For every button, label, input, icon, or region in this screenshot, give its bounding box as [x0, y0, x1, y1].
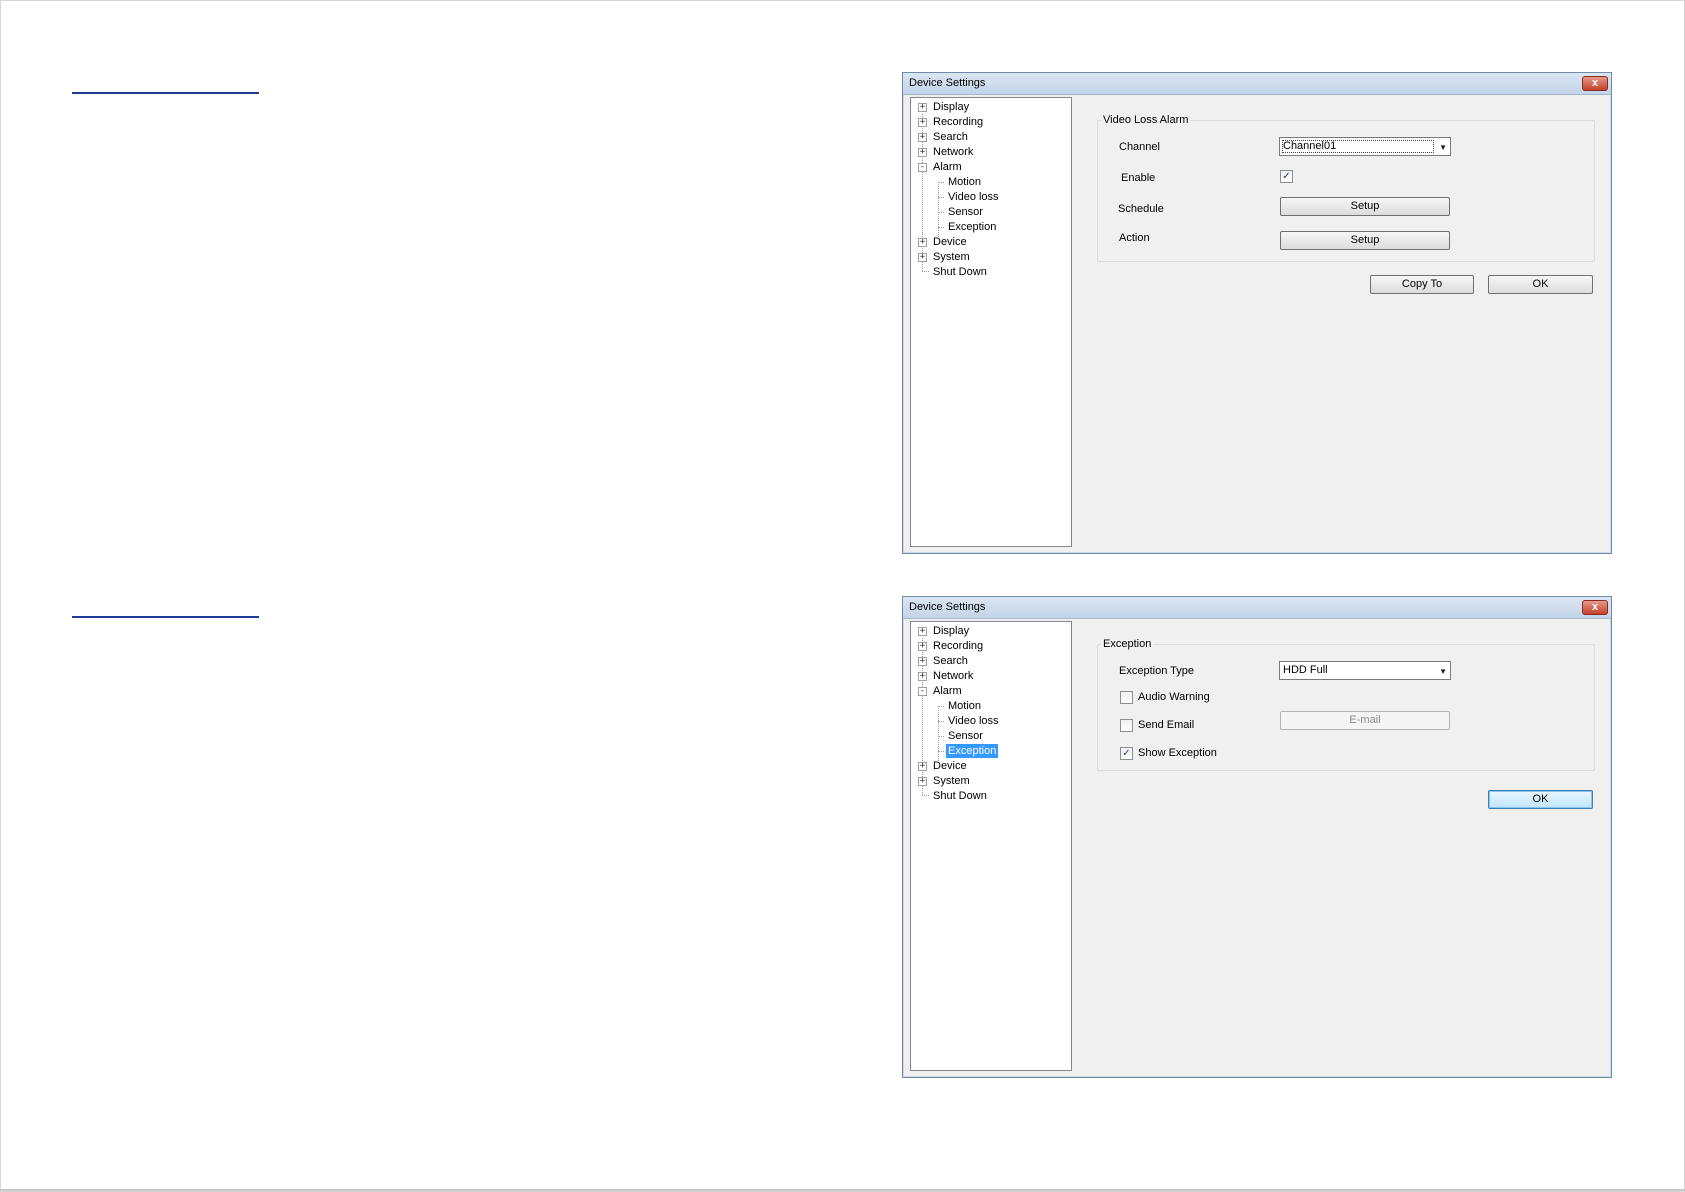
tree-connector — [922, 271, 929, 272]
chevron-down-icon: ▼ — [1439, 667, 1447, 676]
show-exception-label: Show Exception — [1138, 747, 1217, 759]
tree-connector — [938, 736, 944, 737]
close-button[interactable]: x — [1582, 600, 1608, 615]
chevron-down-icon: ▼ — [1439, 143, 1447, 152]
send-email-checkbox[interactable] — [1120, 719, 1133, 732]
close-button[interactable]: x — [1582, 76, 1608, 91]
tree-connector — [938, 182, 944, 183]
schedule-label: Schedule — [1118, 203, 1164, 215]
close-icon: x — [1591, 77, 1599, 89]
expand-icon[interactable]: + — [918, 657, 927, 666]
action-label: Action — [1119, 232, 1150, 244]
expand-icon[interactable]: + — [918, 103, 927, 112]
audio-warning-checkbox[interactable] — [1120, 691, 1133, 704]
close-icon: x — [1591, 601, 1599, 613]
device-settings-dialog-video-loss: Device Settings x + Display + Recording + S… — [902, 72, 1612, 554]
enable-label: Enable — [1121, 172, 1156, 184]
enable-checkbox[interactable]: ✓ — [1280, 170, 1293, 183]
focus-outline — [1282, 140, 1434, 153]
tree-connector — [938, 184, 939, 237]
channel-select[interactable]: Channel01 ▼ — [1279, 137, 1451, 156]
schedule-setup-button[interactable]: Setup — [1280, 197, 1450, 216]
tree-connector — [938, 197, 944, 198]
group-title: Exception — [1101, 638, 1154, 650]
page-bottom-rule — [0, 1189, 1685, 1191]
expand-icon[interactable]: + — [918, 118, 927, 127]
tree-connector — [938, 706, 944, 707]
expand-icon[interactable]: + — [918, 642, 927, 651]
ok-button[interactable]: OK — [1488, 790, 1593, 809]
window-title: Device Settings — [909, 77, 986, 89]
exception-type-label: Exception Type — [1119, 665, 1195, 677]
send-email-label: Send Email — [1138, 719, 1195, 731]
expand-icon[interactable]: + — [918, 238, 927, 247]
expand-icon[interactable]: + — [918, 762, 927, 771]
tree-connector — [938, 708, 939, 761]
check-icon: ✓ — [1122, 748, 1131, 759]
copy-to-button[interactable]: Copy To — [1370, 275, 1474, 294]
tree-connector — [938, 212, 944, 213]
expand-icon[interactable]: + — [918, 253, 927, 262]
tree-connector — [938, 227, 944, 228]
device-settings-dialog-exception: Device Settings x + Display + Recording + S… — [902, 596, 1612, 1078]
audio-warning-label: Audio Warning — [1138, 691, 1210, 703]
exception-type-select[interactable]: HDD Full ▼ — [1279, 661, 1451, 680]
tree-connector — [922, 795, 929, 796]
title-bar[interactable]: Device Settings x — [903, 597, 1611, 619]
expand-icon[interactable]: + — [918, 133, 927, 142]
window-title: Device Settings — [909, 601, 986, 613]
action-setup-button[interactable]: Setup — [1280, 231, 1450, 250]
show-exception-checkbox[interactable]: ✓ — [1120, 747, 1133, 760]
expand-icon[interactable]: + — [918, 777, 927, 786]
check-icon: ✓ — [1282, 171, 1291, 182]
channel-label: Channel — [1119, 141, 1160, 153]
settings-tree: + Display + Recording + Search + Network - Al… — [910, 621, 1072, 1071]
collapse-icon[interactable]: - — [918, 163, 927, 172]
section-rule-bottom — [72, 616, 259, 618]
expand-icon[interactable]: + — [918, 672, 927, 681]
tree-connector — [938, 721, 944, 722]
section-rule-top — [72, 92, 259, 94]
tree-connector — [938, 751, 944, 752]
email-button[interactable]: E-mail — [1280, 711, 1450, 730]
title-bar[interactable]: Device Settings x — [903, 73, 1611, 95]
collapse-icon[interactable]: - — [918, 687, 927, 696]
group-title: Video Loss Alarm — [1101, 114, 1191, 126]
ok-button[interactable]: OK — [1488, 275, 1593, 294]
settings-tree: + Display + Recording + Search + Network - Al… — [910, 97, 1072, 547]
expand-icon[interactable]: + — [918, 148, 927, 157]
expand-icon[interactable]: + — [918, 627, 927, 636]
